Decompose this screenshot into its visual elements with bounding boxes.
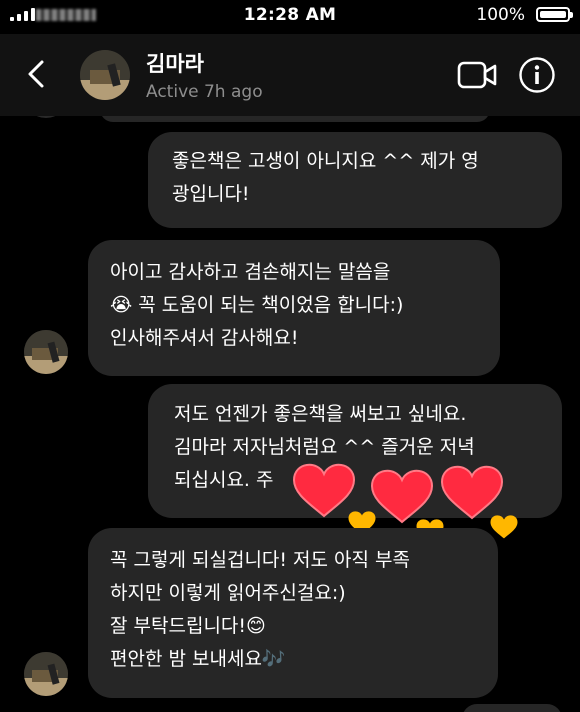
message-bubble-received[interactable]: 아이고 감사하고 겸손해지는 말씀을 😭 꼭 도움이 되는 책이었음 합니다:)… xyxy=(88,240,500,376)
battery-percent: 100% xyxy=(476,5,525,25)
chat-header: 김마라 Active 7h ago xyxy=(0,34,580,116)
back-chevron-icon[interactable] xyxy=(20,56,56,92)
contact-active-status: Active 7h ago xyxy=(146,82,263,102)
battery-icon xyxy=(536,7,573,22)
message-bubble-sent[interactable]: 좋은책은 고생이 아니지요 ^^ 제가 영 광입니다! xyxy=(148,132,562,228)
message-thread[interactable]: 좋은책은 고생이 아니지요 ^^ 제가 영 광입니다! 아이고 감사하고 겸손해… xyxy=(0,116,580,712)
next-message-bubble[interactable] xyxy=(462,704,562,712)
previous-message-bubble[interactable] xyxy=(100,116,490,122)
message-avatar[interactable] xyxy=(24,652,68,696)
info-icon[interactable] xyxy=(518,56,556,94)
message-avatar[interactable] xyxy=(24,330,68,374)
message-avatar xyxy=(24,116,68,118)
message-bubble-received[interactable]: 꼭 그렇게 되실겁니다! 저도 아직 부족 하지만 이렇게 읽어주신걸요:) 잘… xyxy=(88,528,498,698)
status-bar: 12:28 AM 100% xyxy=(0,0,580,32)
contact-name[interactable]: 김마라 xyxy=(146,48,204,78)
contact-avatar[interactable] xyxy=(80,50,130,100)
video-call-icon[interactable] xyxy=(456,58,498,92)
